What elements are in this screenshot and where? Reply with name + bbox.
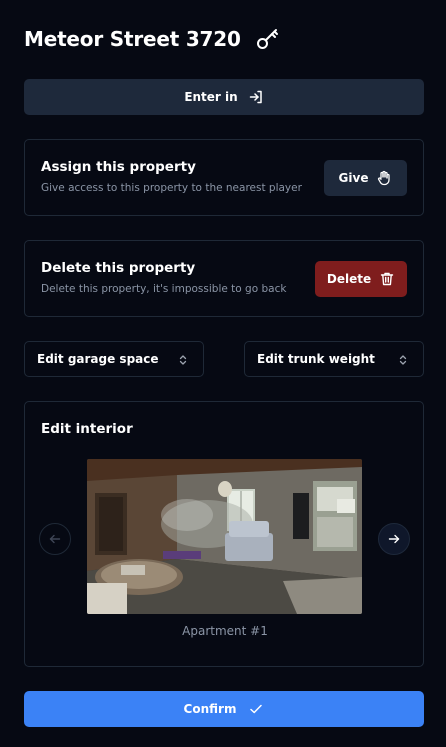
assign-description: Give access to this property to the near… [41,182,302,194]
give-label: Give [338,171,369,185]
trunk-weight-select[interactable]: Edit trunk weight [244,341,424,377]
delete-title: Delete this property [41,260,196,276]
delete-button[interactable]: Delete [315,261,407,297]
sign-in-icon [248,89,264,105]
interior-title: Edit interior [41,421,133,437]
interior-caption: Apartment #1 [182,624,268,638]
arrow-right-icon [387,532,401,546]
trunk-weight-label: Edit trunk weight [257,352,375,366]
chevron-up-down-icon [177,353,189,367]
delete-property-card: Delete this property Delete this propert… [24,240,424,317]
assign-property-card: Assign this property Give access to this… [24,139,424,216]
delete-description: Delete this property, it's impossible to… [41,283,287,295]
check-icon [248,701,264,717]
edit-interior-card: Edit interior Apartment #1 [24,401,424,667]
interior-preview-image [87,459,362,614]
arrow-left-icon [48,532,62,546]
assign-title: Assign this property [41,159,196,175]
garage-space-select[interactable]: Edit garage space [24,341,204,377]
chevron-up-down-icon [397,353,409,367]
confirm-label: Confirm [183,702,237,716]
key-icon [255,26,281,52]
trash-icon [379,271,395,287]
enter-in-label: Enter in [184,90,238,104]
garage-space-label: Edit garage space [37,352,159,366]
confirm-button[interactable]: Confirm [24,691,424,727]
enter-in-button[interactable]: Enter in [24,79,424,115]
give-button[interactable]: Give [324,160,407,196]
hand-icon [376,170,392,186]
page-title: Meteor Street 3720 [24,27,241,51]
header: Meteor Street 3720 [24,24,281,54]
next-interior-button[interactable] [378,523,410,555]
previous-interior-button[interactable] [39,523,71,555]
delete-label: Delete [326,272,372,286]
